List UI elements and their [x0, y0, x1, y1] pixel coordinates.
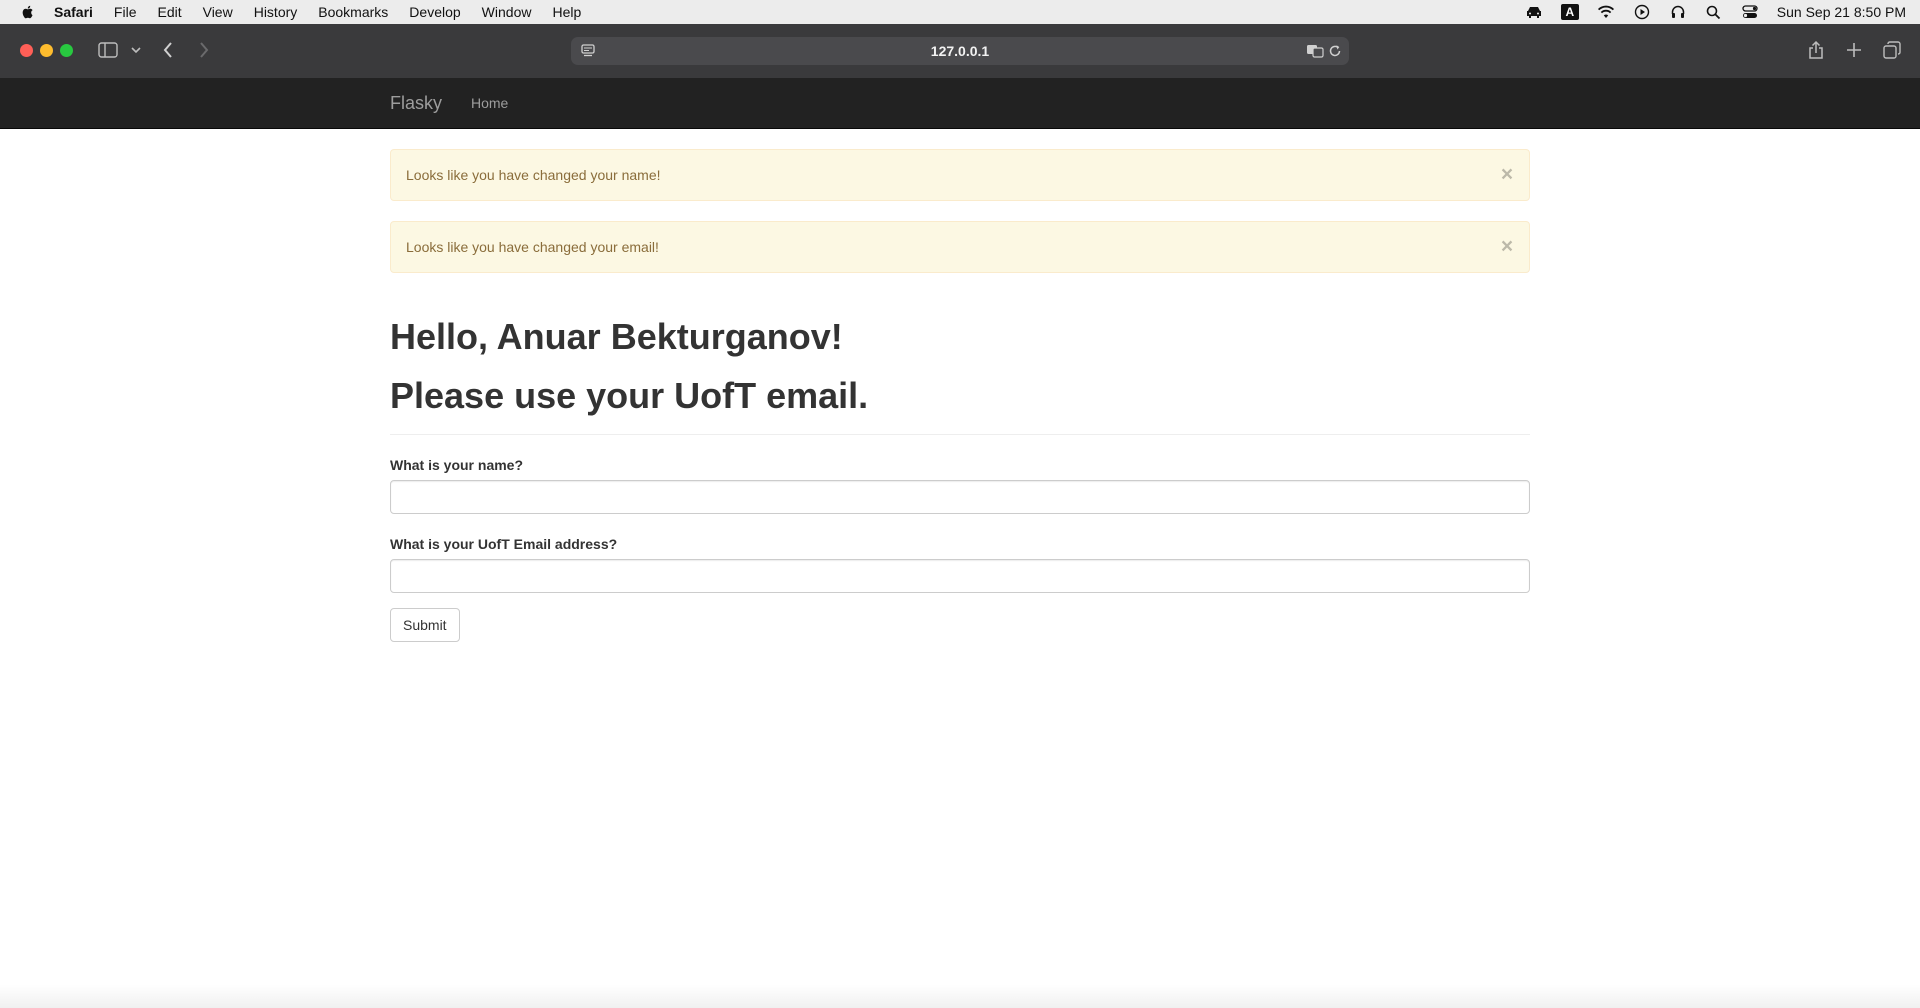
submit-button[interactable]: Submit — [390, 608, 460, 642]
car-icon[interactable] — [1525, 4, 1543, 20]
main-container: Looks like you have changed your name! ×… — [390, 149, 1530, 642]
reload-icon[interactable] — [1327, 44, 1343, 58]
keyboard-input-label: A — [1560, 4, 1579, 20]
search-icon[interactable] — [1705, 4, 1723, 20]
alert-close-button[interactable]: × — [1499, 236, 1515, 258]
flash-alert-name: Looks like you have changed your name! × — [390, 149, 1530, 201]
menu-file[interactable]: File — [114, 4, 137, 20]
address-bar[interactable]: 127.0.0.1 — [571, 37, 1349, 65]
sidebar-toggle-icon[interactable] — [97, 41, 119, 59]
menu-help[interactable]: Help — [552, 4, 581, 20]
menu-develop[interactable]: Develop — [409, 4, 460, 20]
tab-overview-icon[interactable] — [1882, 40, 1902, 60]
alert-close-button[interactable]: × — [1499, 164, 1515, 186]
wifi-icon[interactable] — [1597, 4, 1615, 20]
menu-view[interactable]: View — [203, 4, 233, 20]
name-input[interactable] — [390, 480, 1530, 514]
window-minimize-button[interactable] — [40, 44, 53, 57]
name-form-group: What is your name? — [390, 455, 1530, 514]
alert-message: Looks like you have changed your email! — [406, 239, 659, 255]
back-button-icon[interactable] — [160, 40, 176, 60]
flash-alert-email: Looks like you have changed your email! … — [390, 221, 1530, 273]
menu-edit[interactable]: Edit — [157, 4, 181, 20]
headphones-icon[interactable] — [1669, 4, 1687, 20]
name-label: What is your name? — [390, 457, 524, 473]
alert-message: Looks like you have changed your name! — [406, 167, 661, 183]
menu-safari[interactable]: Safari — [54, 4, 93, 20]
email-label: What is your UofT Email address? — [390, 536, 618, 552]
menubar-clock[interactable]: Sun Sep 21 8:50 PM — [1777, 4, 1906, 20]
apple-icon[interactable] — [20, 4, 36, 20]
play-icon[interactable] — [1633, 4, 1651, 20]
share-icon[interactable] — [1807, 39, 1825, 61]
profile-form: What is your name? What is your UofT Ema… — [390, 455, 1530, 642]
page-header: Hello, Anuar Bekturganov! Please use you… — [390, 307, 1530, 435]
new-tab-icon[interactable] — [1845, 41, 1863, 59]
keyboard-a-icon[interactable]: A — [1560, 4, 1579, 20]
menu-bookmarks[interactable]: Bookmarks — [318, 4, 388, 20]
window-maximize-button[interactable] — [60, 44, 73, 57]
menu-bar: Safari File Edit View History Bookmarks … — [0, 0, 1920, 24]
browser-toolbar: 127.0.0.1 — [0, 24, 1920, 79]
url-text: 127.0.0.1 — [930, 43, 990, 59]
menu-history[interactable]: History — [254, 4, 298, 20]
window-close-button[interactable] — [20, 44, 33, 57]
site-navbar: Flasky Home — [0, 78, 1920, 129]
navbar-brand[interactable]: Flasky — [390, 78, 442, 128]
forward-button-icon[interactable] — [196, 40, 212, 60]
greeting-heading: Hello, Anuar Bekturganov! — [390, 316, 843, 357]
email-input[interactable] — [390, 559, 1530, 593]
chevron-down-icon[interactable] — [130, 44, 142, 56]
menu-window[interactable]: Window — [482, 4, 532, 20]
email-form-group: What is your UofT Email address? — [390, 534, 1530, 593]
window-bottom-shadow — [0, 984, 1920, 1008]
nav-link-home[interactable]: Home — [471, 78, 508, 128]
control-center-icon[interactable] — [1741, 4, 1759, 20]
notice-heading: Please use your UofT email. — [390, 375, 869, 416]
status-area: A Sun Sep 21 8:50 PM — [1507, 0, 1906, 24]
translate-icon[interactable] — [1306, 44, 1324, 58]
